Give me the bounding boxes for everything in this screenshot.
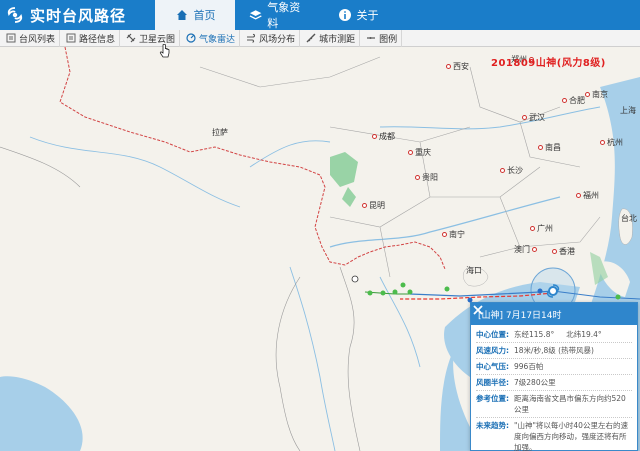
city-label: 拉萨 <box>212 128 228 137</box>
river <box>29 136 241 208</box>
path-info-button[interactable]: 路径信息 <box>60 29 121 47</box>
city-label: 贵阳 <box>415 172 438 183</box>
city-label: 长沙 <box>500 165 523 176</box>
home-icon <box>176 10 187 20</box>
typhoon-title-label: 201809山神(风力8级) <box>491 58 606 69</box>
track-point[interactable] <box>615 294 621 300</box>
city-label: 台北 <box>621 214 637 223</box>
track-point[interactable] <box>537 288 543 294</box>
track-point[interactable] <box>351 275 359 283</box>
track-point[interactable] <box>392 289 398 295</box>
popup-row-wind: 风速风力: 18米/秒,8级 (热带风暴) <box>476 343 632 359</box>
popup-header: [山神] 7月17日14时 <box>471 303 637 325</box>
popup-row-pressure: 中心气压: 996百帕 <box>476 359 632 375</box>
popup-body: 中心位置: 东经115.8° 北纬19.4° 风速风力: 18米/秒,8级 (热… <box>471 325 637 451</box>
tab-home[interactable]: 首页 <box>155 0 235 30</box>
river <box>289 266 336 451</box>
app-header: 实时台风路径 首页 气象资料 关于 <box>0 0 640 30</box>
city-label: 昆明 <box>362 200 385 211</box>
info-icon <box>338 9 351 21</box>
forest-area <box>342 187 356 207</box>
city-label: 杭州 <box>600 137 623 148</box>
city-distance-label: 城市测距 <box>319 34 356 45</box>
river <box>379 106 601 130</box>
city-label: 福州 <box>576 190 599 201</box>
track-point[interactable] <box>444 286 450 292</box>
popup-title: [山神] 7月17日14时 <box>478 310 562 321</box>
river <box>379 276 421 368</box>
city-label: 南京 <box>585 89 608 100</box>
legend-label: 图例 <box>379 34 398 45</box>
city-label: 上海 <box>620 106 636 115</box>
satellite-cloud-label: 卫星云图 <box>139 34 176 45</box>
satellite-cloud-button[interactable]: 卫星云图 <box>120 29 181 47</box>
river <box>249 140 331 168</box>
typhoon-list-button[interactable]: 台风列表 <box>0 29 61 47</box>
popup-row-trend: 未来趋势: "山神"将以每小时40公里左右的速度向偏西方向移动，强度还将有所加强… <box>476 421 628 451</box>
wind-field-label: 风场分布 <box>259 34 296 45</box>
tab-home-label: 首页 <box>193 9 216 22</box>
popup-row-radius: 风圈半径: 7级280公里 <box>476 375 632 391</box>
brand: 实时台风路径 <box>0 0 126 30</box>
city-label: 西安 <box>446 61 469 72</box>
city-label: 海口 <box>466 266 482 275</box>
city-label: 香港 <box>552 246 575 257</box>
track-point[interactable] <box>407 289 413 295</box>
close-icon[interactable] <box>471 303 485 317</box>
legend-icon <box>367 37 376 39</box>
track-point[interactable] <box>367 290 373 296</box>
hand-cursor-icon <box>159 44 170 58</box>
city-label: 澳门 <box>514 244 537 255</box>
city-label: 广州 <box>530 223 553 234</box>
city-label: 重庆 <box>408 147 431 158</box>
city-distance-button[interactable]: 城市测距 <box>300 29 361 47</box>
typhoon-info-popup: [山神] 7月17日14时 中心位置: 东经115.8° 北纬19.4° 风速风… <box>470 302 638 451</box>
country-border <box>339 266 361 451</box>
radar-icon <box>186 33 196 43</box>
typhoon-logo-icon <box>7 7 23 23</box>
city-label: 成都 <box>372 131 395 142</box>
wind-field-button[interactable]: 风场分布 <box>240 29 301 47</box>
bay-of-bengal <box>0 376 83 451</box>
satellite-icon <box>126 33 136 43</box>
popup-row-reference: 参考位置: 距离海南省文昌市偏东方向约520公里 <box>476 391 632 418</box>
track-point[interactable] <box>400 282 406 288</box>
list-icon <box>66 33 76 43</box>
weather-radar-button[interactable]: 气象雷达 <box>180 29 241 47</box>
city-label: 南宁 <box>442 229 465 240</box>
map-toolbar: 台风列表 路径信息 卫星云图 气象雷达 风场分布 城市测距 图例 <box>0 29 640 47</box>
city-label: 南昌 <box>538 142 561 153</box>
list-icon <box>6 33 16 43</box>
typhoon-map[interactable]: 郑州 西安 合肥 南京 上海 武汉 成都 杭州 拉萨 重庆 南昌 长沙 贵阳 福… <box>0 47 640 451</box>
wind-icon <box>247 33 256 43</box>
tab-weather-data[interactable]: 气象资料 <box>235 0 323 30</box>
typhoon-list-label: 台风列表 <box>19 34 56 45</box>
city-label: 合肥 <box>562 95 585 106</box>
app-title: 实时台风路径 <box>30 6 127 25</box>
tab-about-label: 关于 <box>356 9 379 22</box>
ruler-icon <box>306 33 316 43</box>
tab-about[interactable]: 关于 <box>323 0 393 30</box>
track-point[interactable] <box>380 290 386 296</box>
tab-weather-data-label: 气象资料 <box>267 1 301 30</box>
popup-row-position: 中心位置: 东经115.8° 北纬19.4° <box>476 327 632 343</box>
legend-button[interactable]: 图例 <box>360 29 403 47</box>
main-nav: 首页 气象资料 关于 <box>155 0 393 30</box>
city-label: 武汉 <box>522 112 545 123</box>
national-border <box>59 47 446 270</box>
weather-radar-label: 气象雷达 <box>199 34 236 45</box>
path-info-label: 路径信息 <box>79 34 116 45</box>
books-icon <box>249 10 262 20</box>
forest-area <box>330 152 358 187</box>
